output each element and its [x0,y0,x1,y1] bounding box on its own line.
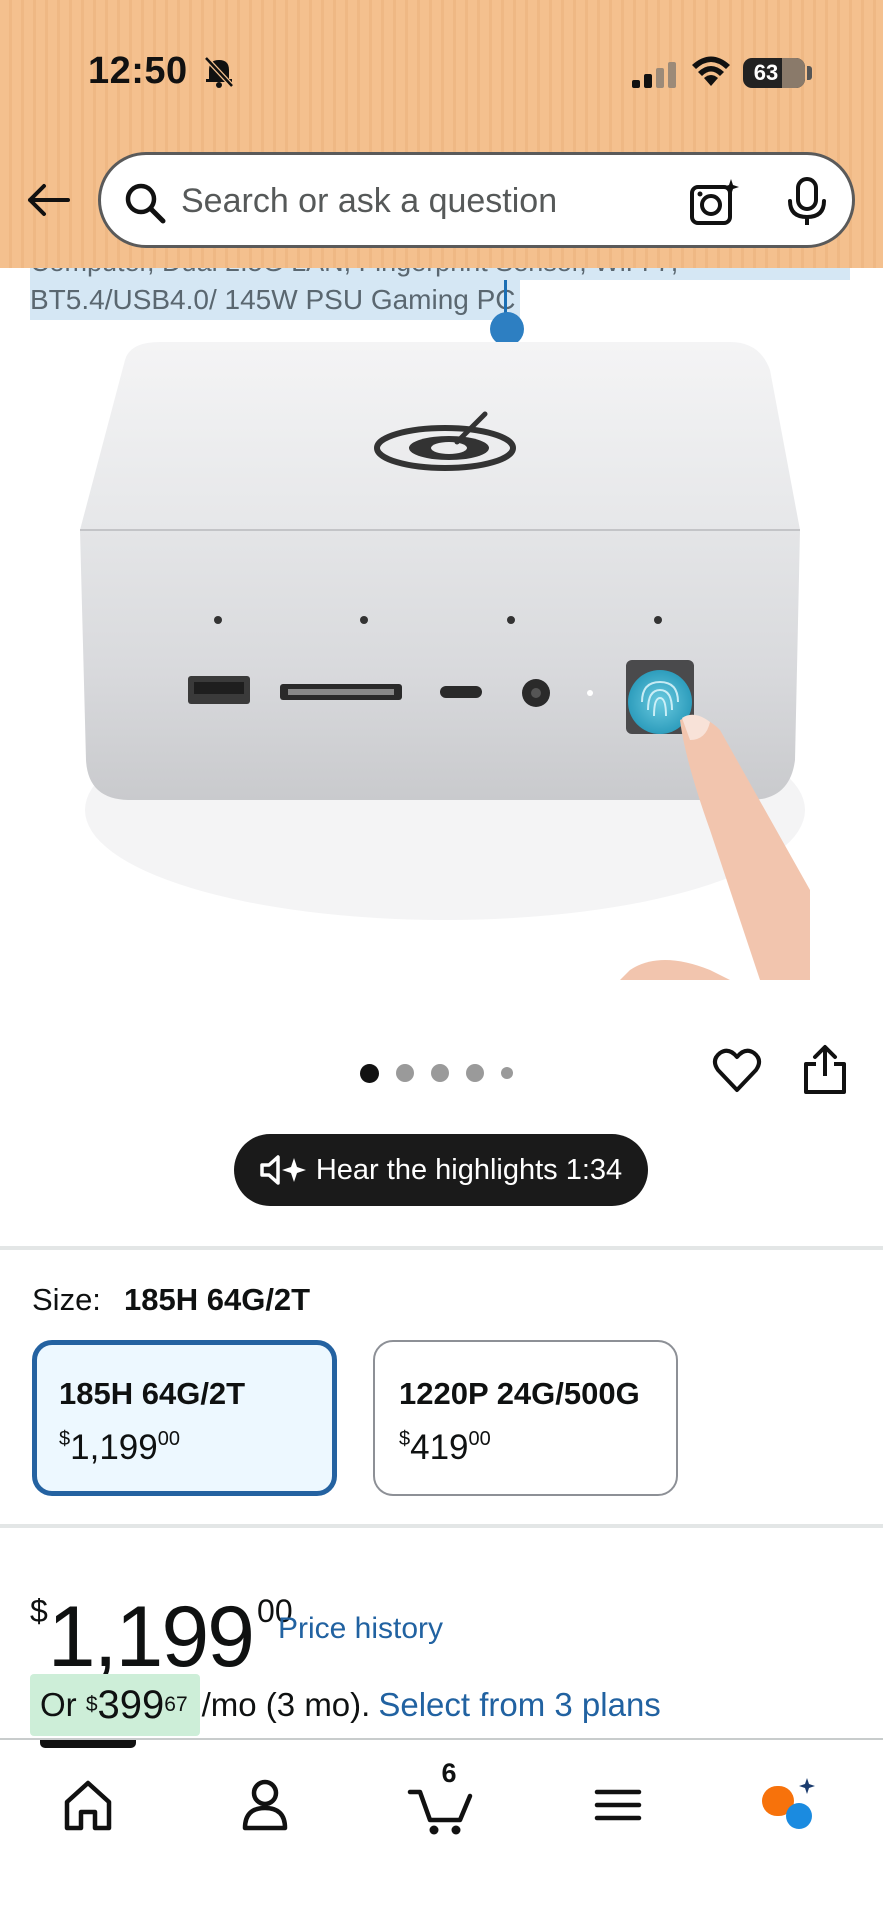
price-whole: 419 [410,1428,469,1467]
menu-icon[interactable] [583,1770,653,1840]
size-selected-value: 185H 64G/2T [124,1282,311,1317]
share-icon[interactable] [802,1044,848,1096]
section-divider [0,1246,883,1250]
size-option-1220p[interactable]: 1220P 24G/500G $41900 [373,1340,678,1496]
product-title-line-2: BT5.4/USB4.0/ 145W PSU Gaming PC [30,280,520,320]
battery-percent: 63 [753,60,779,85]
size-option-name: 185H 64G/2T [59,1376,246,1411]
cellular-signal-icon [632,62,676,88]
heart-icon[interactable] [712,1046,762,1096]
price-history-link[interactable]: Price history [278,1612,443,1646]
rufus-icon[interactable] [755,1770,825,1840]
payment-plan-row: Or $399 67 /mo (3 mo). Select from 3 plan… [30,1674,661,1736]
select-plans-link[interactable]: Select from 3 plans [378,1686,660,1724]
price-cents: 00 [468,1428,491,1450]
currency-symbol: $ [399,1428,411,1450]
currency-symbol: $ [30,1593,48,1629]
back-arrow-icon[interactable] [24,176,72,224]
size-option-185h[interactable]: 185H 64G/2T $1,19900 [32,1340,337,1496]
carousel-dot[interactable] [501,1067,513,1079]
hear-highlights-button[interactable]: Hear the highlights 1:34 [234,1134,648,1206]
hear-highlights-label: Hear the highlights 1:34 [315,1153,623,1186]
image-carousel-dots[interactable] [360,1062,513,1084]
active-tab-indicator [40,1740,136,1748]
size-option-name: 1220P 24G/500G [399,1376,640,1411]
price-whole: 1,199 [47,1589,255,1685]
size-option-price: $1,19900 [59,1428,180,1468]
account-icon[interactable] [230,1770,300,1840]
status-bar: 12:50 63 [0,0,883,140]
plan-suffix: /mo (3 mo). [201,1686,371,1723]
plan-prefix: Or [40,1686,86,1723]
speaker-sparkle-icon [260,1155,306,1185]
size-label: Size: [32,1282,101,1317]
monthly-price-badge: Or $399 67 [30,1674,200,1736]
carousel-dot[interactable] [431,1064,449,1082]
carousel-dot[interactable] [466,1064,484,1082]
carousel-dot[interactable] [396,1064,414,1082]
plan-whole: 399 [97,1682,165,1727]
price-cents: 00 [157,1428,180,1450]
plan-cents: 67 [164,1693,188,1716]
section-divider [0,1524,883,1528]
battery-indicator: 63 [743,58,805,88]
header: 12:50 63 [0,0,883,268]
battery-tip [807,66,812,80]
bell-slash-icon [204,56,234,88]
product-price: $1,199 00 [30,1566,293,1682]
bottom-navigation: 6 [0,1738,883,1920]
home-icon[interactable] [53,1770,123,1840]
price-whole: 1,199 [70,1428,158,1467]
search-bar[interactable] [98,152,855,248]
product-image[interactable] [70,330,812,980]
carousel-dot[interactable] [360,1063,379,1083]
search-input[interactable] [181,177,641,225]
size-option-price: $41900 [399,1428,491,1468]
camera-ai-icon[interactable] [689,177,739,227]
cart-icon[interactable] [406,1770,476,1840]
currency-symbol: $ [85,1693,98,1716]
search-icon [125,183,166,224]
status-time: 12:50 [88,50,188,92]
microphone-icon[interactable] [785,177,829,227]
currency-symbol: $ [59,1428,71,1450]
wifi-icon [692,56,730,86]
